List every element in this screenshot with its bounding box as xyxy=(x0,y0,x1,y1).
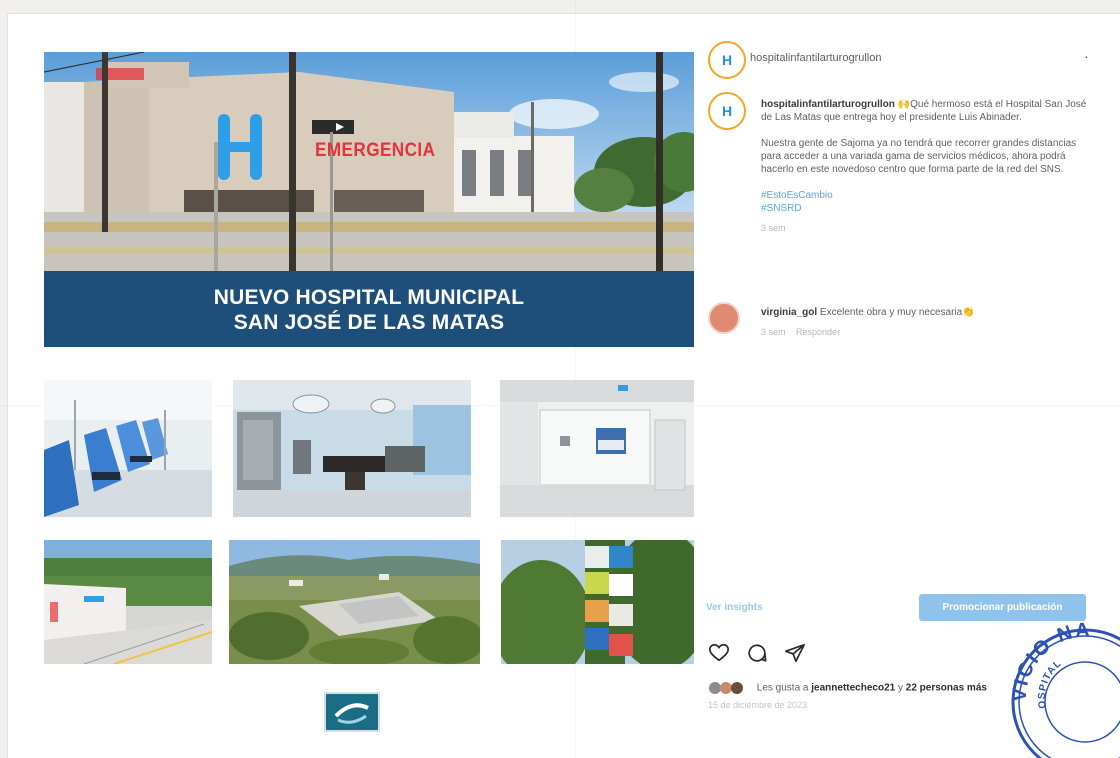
share-icon[interactable] xyxy=(784,642,806,664)
likes-others[interactable]: 22 personas más xyxy=(906,683,987,694)
post-media[interactable]: EMERGENCIA NUEVO HOSPITAL MUNICIPAL SAN … xyxy=(44,52,694,732)
comment-text: Excelente obra y muy necesaria xyxy=(819,307,963,318)
caption-paragraph-2: Nuestra gente de Sajoma ya no tendrá que… xyxy=(761,138,1077,175)
sns-logo-graphic xyxy=(334,703,369,724)
reply-link[interactable]: Responder xyxy=(796,327,840,337)
stamp-outer-path: VICIO NA xyxy=(1010,619,1090,702)
hashtag-link[interactable]: #SNSRD xyxy=(761,202,1096,215)
likes-suffix: y xyxy=(898,682,903,694)
comment-body: virginia_gol Excelente obra y muy necesa… xyxy=(761,306,1096,319)
avatar-letter: H xyxy=(721,52,733,68)
account-avatar-top[interactable]: H xyxy=(708,41,746,79)
emergency-sign: EMERGENCIA xyxy=(315,140,436,161)
thumbnail-patient-room[interactable] xyxy=(500,380,694,517)
banner-line-2: SAN JOSÉ DE LAS MATAS xyxy=(233,311,505,334)
view-insights-link[interactable]: Ver insights xyxy=(706,602,763,613)
comment: virginia_gol Excelente obra y muy necesa… xyxy=(761,306,1096,339)
thumbnail-building-aerial[interactable] xyxy=(44,540,212,664)
banner-line-1: NUEVO HOSPITAL MUNICIPAL xyxy=(213,286,525,309)
more-icon[interactable]: · xyxy=(1084,48,1089,64)
likes-prefix: Les gusta a xyxy=(756,682,809,694)
caption-emoji: 🙌 xyxy=(897,99,911,110)
sajoma-graphic xyxy=(501,540,694,664)
caption-avatar[interactable]: H xyxy=(708,92,746,130)
dialysis-graphic xyxy=(44,380,212,517)
patient-room-graphic xyxy=(500,380,694,517)
comment-icon[interactable] xyxy=(746,642,768,664)
liker-avatars-icon xyxy=(709,682,743,694)
avatar-letter: H xyxy=(721,103,733,119)
building-aerial-graphic xyxy=(44,540,212,664)
heart-icon[interactable] xyxy=(708,642,730,664)
official-stamp: VICIO NA OSPITAL xyxy=(1010,619,1120,758)
stamp-text-outer: VICIO NA xyxy=(1010,619,1092,702)
caption-username[interactable]: hospitalinfantilarturogrullon xyxy=(761,99,895,110)
sns-logo xyxy=(324,692,380,732)
town-aerial-graphic xyxy=(229,540,480,664)
likes-user[interactable]: jeannettecheco21 xyxy=(811,683,895,694)
caption-paragraph-1: hospitalinfantilarturogrullon 🙌Qué hermo… xyxy=(761,98,1096,124)
hero-banner: NUEVO HOSPITAL MUNICIPAL SAN JOSÉ DE LAS… xyxy=(44,271,694,347)
likes-summary[interactable]: Les gusta a jeannettecheco21 y 22 person… xyxy=(708,681,987,695)
hero-image[interactable]: EMERGENCIA NUEVO HOSPITAL MUNICIPAL SAN … xyxy=(44,52,694,347)
hashtag-link[interactable]: #EstoEsCambio xyxy=(761,189,1096,202)
post-author-username[interactable]: hospitalinfantilarturogrullon xyxy=(750,52,881,64)
comment-meta: 3 sem Responder xyxy=(761,326,1096,339)
post-caption: hospitalinfantilarturogrullon 🙌Qué hermo… xyxy=(761,98,1096,235)
commenter-avatar[interactable] xyxy=(708,302,740,334)
post-date: 15 de diciembre de 2023 xyxy=(708,700,808,710)
thumbnail-dialysis[interactable] xyxy=(44,380,212,517)
thumbnail-town-aerial[interactable] xyxy=(229,540,480,664)
thumbnail-sajoma-letters[interactable] xyxy=(501,540,694,664)
comment-timestamp: 3 sem xyxy=(761,327,786,337)
thumbnail-operating-room[interactable] xyxy=(233,380,471,517)
comment-username[interactable]: virginia_gol xyxy=(761,307,817,318)
comment-emoji: 👏 xyxy=(962,307,975,318)
caption-timestamp: 3 sem xyxy=(761,223,786,233)
operating-room-graphic xyxy=(233,380,471,517)
